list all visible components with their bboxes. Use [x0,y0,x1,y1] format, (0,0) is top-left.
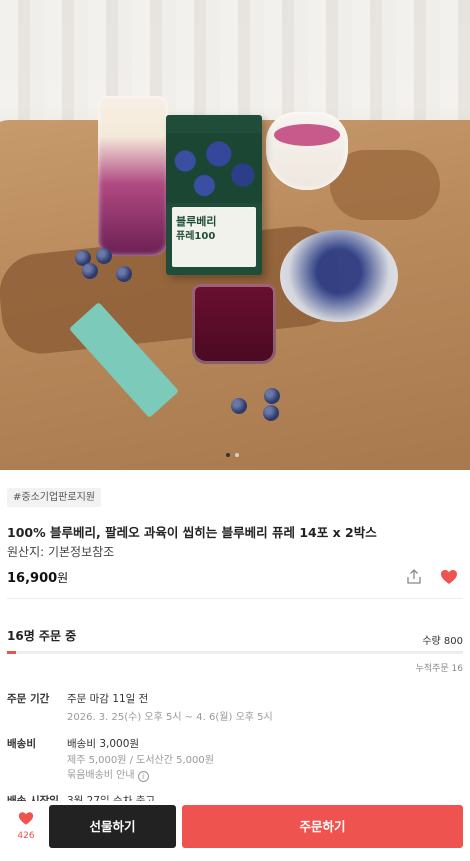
promo-tag[interactable]: #중소기업판로지원 [7,488,101,507]
period-label: 주문 기간 [7,693,50,705]
cumulative-orders: 누적주문 16 [415,664,463,674]
divider [7,598,463,599]
pagination-dot [235,453,239,457]
order-button[interactable]: 주문하기 [182,805,463,848]
like-heart-icon [18,812,34,825]
shipping-label: 배송비 [7,738,36,750]
bundle-shipping-link[interactable]: 묶음배송비 안내 i [67,766,149,782]
price-unit: 원 [57,571,69,585]
heart-icon[interactable] [440,569,458,585]
period-sub: 2026. 3. 25(수) 오후 5시 ~ 4. 6(월) 오후 5시 [67,712,273,723]
price-value: 16,900 [7,571,58,586]
blueberry [96,248,112,264]
info-icon[interactable]: i [137,771,149,782]
blueberry [263,405,279,421]
order-progress-bar [7,651,463,654]
like-count: 426 [17,831,35,841]
blueberry [264,388,280,404]
blueberry [116,266,132,282]
blueberry-bowl [280,230,398,322]
shipping-value: 배송비 3,000원 [67,738,140,750]
group-order-count: 16명 주문 중 [7,629,77,643]
order-progress-fill [7,651,17,654]
price: 16,900원 [7,569,68,586]
period-value: 주문 마감 11일 전 [67,693,149,705]
shipping-sub: 제주 5,000원 / 도서산간 5,000원 [67,755,214,766]
product-box: 블루베리 퓨레100 [166,115,262,275]
dessert-cup [266,112,348,190]
smoothie-glass [98,96,168,256]
product-title: 100% 블루베리, 팔레오 과육이 씹히는 블루베리 퓨레 14포 x 2박스 [7,525,377,540]
gift-button[interactable]: 선물하기 [49,805,176,848]
bundle-shipping-label: 묶음배송비 안내 [67,770,135,781]
pagination-dot-active [226,453,230,457]
box-text-2: 퓨레100 [176,231,216,242]
blueberry [231,398,247,414]
like-button[interactable]: 426 [10,811,42,841]
origin-text: 원산지: 기본정보참조 [7,545,115,559]
bottom-action-bar: 426 선물하기 주문하기 [0,801,470,861]
puree-jar [192,284,276,364]
blueberry [82,263,98,279]
share-icon[interactable] [405,568,423,586]
quantity-goal: 수량 800 [422,636,463,647]
image-pagination [226,453,239,457]
product-image[interactable]: 블루베리 퓨레100 [0,0,470,470]
